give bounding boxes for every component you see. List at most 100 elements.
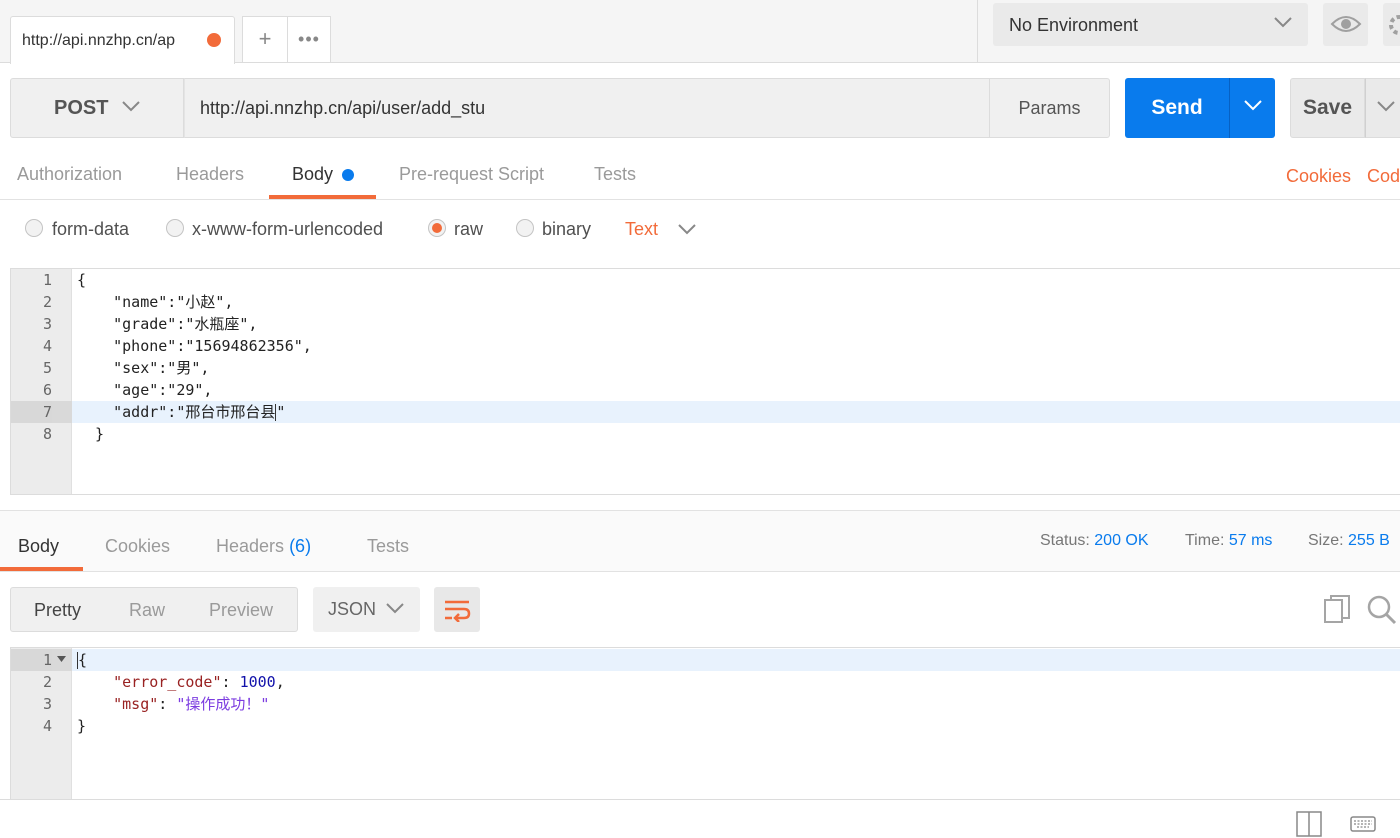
binary-label[interactable]: binary xyxy=(542,219,591,240)
code-text: "grade":"水瓶座", xyxy=(77,315,258,333)
json-key: "error_code" xyxy=(113,673,222,691)
fold-arrow-icon[interactable] xyxy=(57,656,66,663)
close-brace: } xyxy=(77,717,87,735)
line-number: 1 xyxy=(11,649,52,671)
wrap-lines-button[interactable] xyxy=(434,587,480,632)
chevron-down-icon xyxy=(1377,101,1395,112)
chevron-down-icon xyxy=(386,603,404,614)
tab-pre-request-script[interactable]: Pre-request Script xyxy=(399,164,544,185)
response-view-toggle: Pretty Raw Preview xyxy=(10,587,298,632)
view-preview-button[interactable]: Preview xyxy=(209,600,273,621)
code-line-active: 1{ xyxy=(11,649,1400,671)
code-text: { xyxy=(77,649,87,671)
size-value[interactable]: 255 B xyxy=(1348,532,1390,549)
response-time: Time: 57 ms xyxy=(1185,532,1272,550)
code-text: "addr":"邢台市邢台县" xyxy=(77,401,285,423)
line-number: 2 xyxy=(42,673,52,691)
divider xyxy=(977,0,978,62)
body-modified-dot xyxy=(342,169,354,181)
method-label: POST xyxy=(54,97,109,119)
manage-environments-button[interactable] xyxy=(1383,3,1400,46)
view-raw-button[interactable]: Raw xyxy=(129,600,165,621)
code-text: "phone":"15694862356", xyxy=(77,337,312,355)
gear-icon xyxy=(1389,15,1400,35)
code-line: 2 "name":"小赵", xyxy=(11,291,1400,313)
line-number: 4 xyxy=(42,717,52,735)
save-options-dropdown[interactable] xyxy=(1365,78,1400,138)
response-tab-body[interactable]: Body xyxy=(18,536,59,557)
radio-form-data[interactable] xyxy=(25,219,43,237)
more-tabs-button[interactable]: ••• xyxy=(287,16,331,63)
code-line: 8 } xyxy=(11,423,1400,445)
copy-icon[interactable] xyxy=(1323,594,1353,626)
line-number: 1 xyxy=(42,271,52,289)
tab-authorization[interactable]: Authorization xyxy=(17,164,122,185)
keyboard-shortcuts-icon[interactable] xyxy=(1350,816,1376,832)
code-text: "name":"小赵", xyxy=(77,293,234,311)
send-button[interactable]: Send xyxy=(1125,78,1229,138)
line-number: 2 xyxy=(42,293,52,311)
environment-label: No Environment xyxy=(1009,15,1139,35)
headers-count-badge: (6) xyxy=(289,536,312,556)
raw-format-select[interactable]: Text xyxy=(625,219,658,240)
response-format-label: JSON xyxy=(328,599,377,619)
line-number: 7 xyxy=(11,401,52,423)
line-number: 4 xyxy=(42,337,52,355)
line-number: 6 xyxy=(42,381,52,399)
chevron-down-icon xyxy=(1274,17,1292,28)
response-tab-headers[interactable]: Headers (6) xyxy=(216,536,311,557)
two-pane-view-icon[interactable] xyxy=(1296,811,1322,837)
response-body-viewer[interactable]: 1{ 2 "error_code": 1000, 3 "msg": "操作成功！… xyxy=(10,647,1400,807)
unsaved-indicator-dot xyxy=(207,33,221,47)
code-line: 3 "msg": "操作成功！" xyxy=(11,693,1400,715)
request-body-editor[interactable]: 1{ 2 "name":"小赵", 3 "grade":"水瓶座", 4 "ph… xyxy=(10,268,1400,495)
tab-body[interactable]: Body xyxy=(292,164,333,185)
code-text: "msg": "操作成功！" xyxy=(113,695,270,713)
raw-label[interactable]: raw xyxy=(454,219,483,240)
tab-tests[interactable]: Tests xyxy=(594,164,636,185)
chevron-down-icon[interactable] xyxy=(677,222,697,236)
response-tab-cookies[interactable]: Cookies xyxy=(105,536,170,557)
tab-headers[interactable]: Headers xyxy=(176,164,244,185)
request-tabs-bar: Authorization Headers Body Pre-request S… xyxy=(0,152,1400,200)
status-footer xyxy=(0,799,1400,838)
cookies-link[interactable]: Cookies xyxy=(1286,166,1351,187)
request-tab[interactable]: http://api.nnzhp.cn/ap xyxy=(10,16,235,64)
json-string-value: "操作成功！" xyxy=(176,695,270,713)
code-link[interactable]: Code xyxy=(1367,166,1400,187)
line-number: 5 xyxy=(42,359,52,377)
code-text: } xyxy=(77,425,105,443)
line-number: 3 xyxy=(42,695,52,713)
eye-icon xyxy=(1330,16,1362,32)
chevron-down-icon xyxy=(1244,100,1262,111)
environment-quick-look-button[interactable] xyxy=(1323,3,1368,46)
radio-binary[interactable] xyxy=(516,219,534,237)
response-format-select[interactable]: JSON xyxy=(313,587,420,632)
method-select[interactable]: POST xyxy=(10,78,184,138)
send-options-dropdown[interactable] xyxy=(1229,78,1275,138)
request-tab-label: http://api.nnzhp.cn/ap xyxy=(22,32,175,49)
radio-x-www-form-urlencoded[interactable] xyxy=(166,219,184,237)
url-input[interactable] xyxy=(184,78,990,138)
search-icon[interactable] xyxy=(1367,594,1397,626)
urlencoded-label[interactable]: x-www-form-urlencoded xyxy=(192,219,383,240)
time-value[interactable]: 57 ms xyxy=(1229,532,1273,549)
radio-raw[interactable] xyxy=(428,219,446,237)
size-label: Size: xyxy=(1308,532,1344,549)
active-tab-indicator xyxy=(269,195,376,199)
line-number: 3 xyxy=(42,315,52,333)
code-line: 2 "error_code": 1000, xyxy=(11,671,1400,693)
chevron-down-icon xyxy=(122,101,140,112)
status-value[interactable]: 200 OK xyxy=(1094,532,1148,549)
response-tab-tests[interactable]: Tests xyxy=(367,536,409,557)
code-text: "error_code": 1000, xyxy=(113,673,285,691)
response-status: Status: 200 OK xyxy=(1040,532,1149,550)
code-text: "sex":"男", xyxy=(77,359,210,377)
form-data-label[interactable]: form-data xyxy=(52,219,129,240)
status-label: Status: xyxy=(1040,532,1090,549)
environment-select[interactable]: No Environment xyxy=(993,3,1308,46)
new-tab-button[interactable]: + xyxy=(242,16,287,63)
view-pretty-button[interactable]: Pretty xyxy=(34,600,81,621)
save-button[interactable]: Save xyxy=(1290,78,1365,138)
params-button[interactable]: Params xyxy=(989,78,1110,138)
